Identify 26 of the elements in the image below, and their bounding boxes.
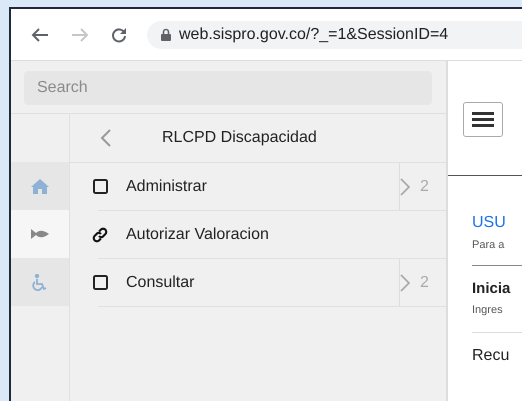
item-count: 2 — [420, 274, 429, 292]
menu-title: RLCPD Discapacidad — [162, 129, 317, 147]
chevron-right-icon[interactable] — [400, 178, 410, 196]
menu-button[interactable] — [463, 102, 503, 137]
link-icon — [92, 226, 108, 244]
home-icon[interactable] — [31, 178, 49, 194]
menu-item[interactable]: Consultar — [126, 274, 399, 292]
user-heading[interactable]: USU — [472, 214, 522, 232]
login-note: Ingres — [472, 304, 504, 316]
back-chevron-icon[interactable] — [100, 129, 112, 147]
back-icon[interactable] — [31, 26, 49, 42]
menu-item[interactable]: Administrar — [126, 178, 399, 196]
fish-icon[interactable] — [31, 229, 49, 239]
menu-item[interactable]: Autorizar Valoracion — [126, 226, 446, 244]
address-bar[interactable]: web.sispro.gov.co/?_=1&SessionID=4 — [147, 20, 522, 48]
reload-icon[interactable] — [111, 26, 127, 42]
wheelchair-icon[interactable] — [32, 274, 48, 290]
login-heading: Inicia — [472, 280, 512, 297]
search-field[interactable]: Search — [24, 71, 432, 105]
recover-link[interactable]: Recu — [472, 347, 522, 365]
chevron-right-icon[interactable] — [400, 274, 410, 292]
item-count: 2 — [420, 178, 429, 196]
checkbox-icon[interactable] — [92, 275, 108, 290]
lock-icon — [161, 28, 171, 41]
checkbox-icon[interactable] — [92, 179, 108, 194]
user-note: Para a — [472, 239, 506, 251]
